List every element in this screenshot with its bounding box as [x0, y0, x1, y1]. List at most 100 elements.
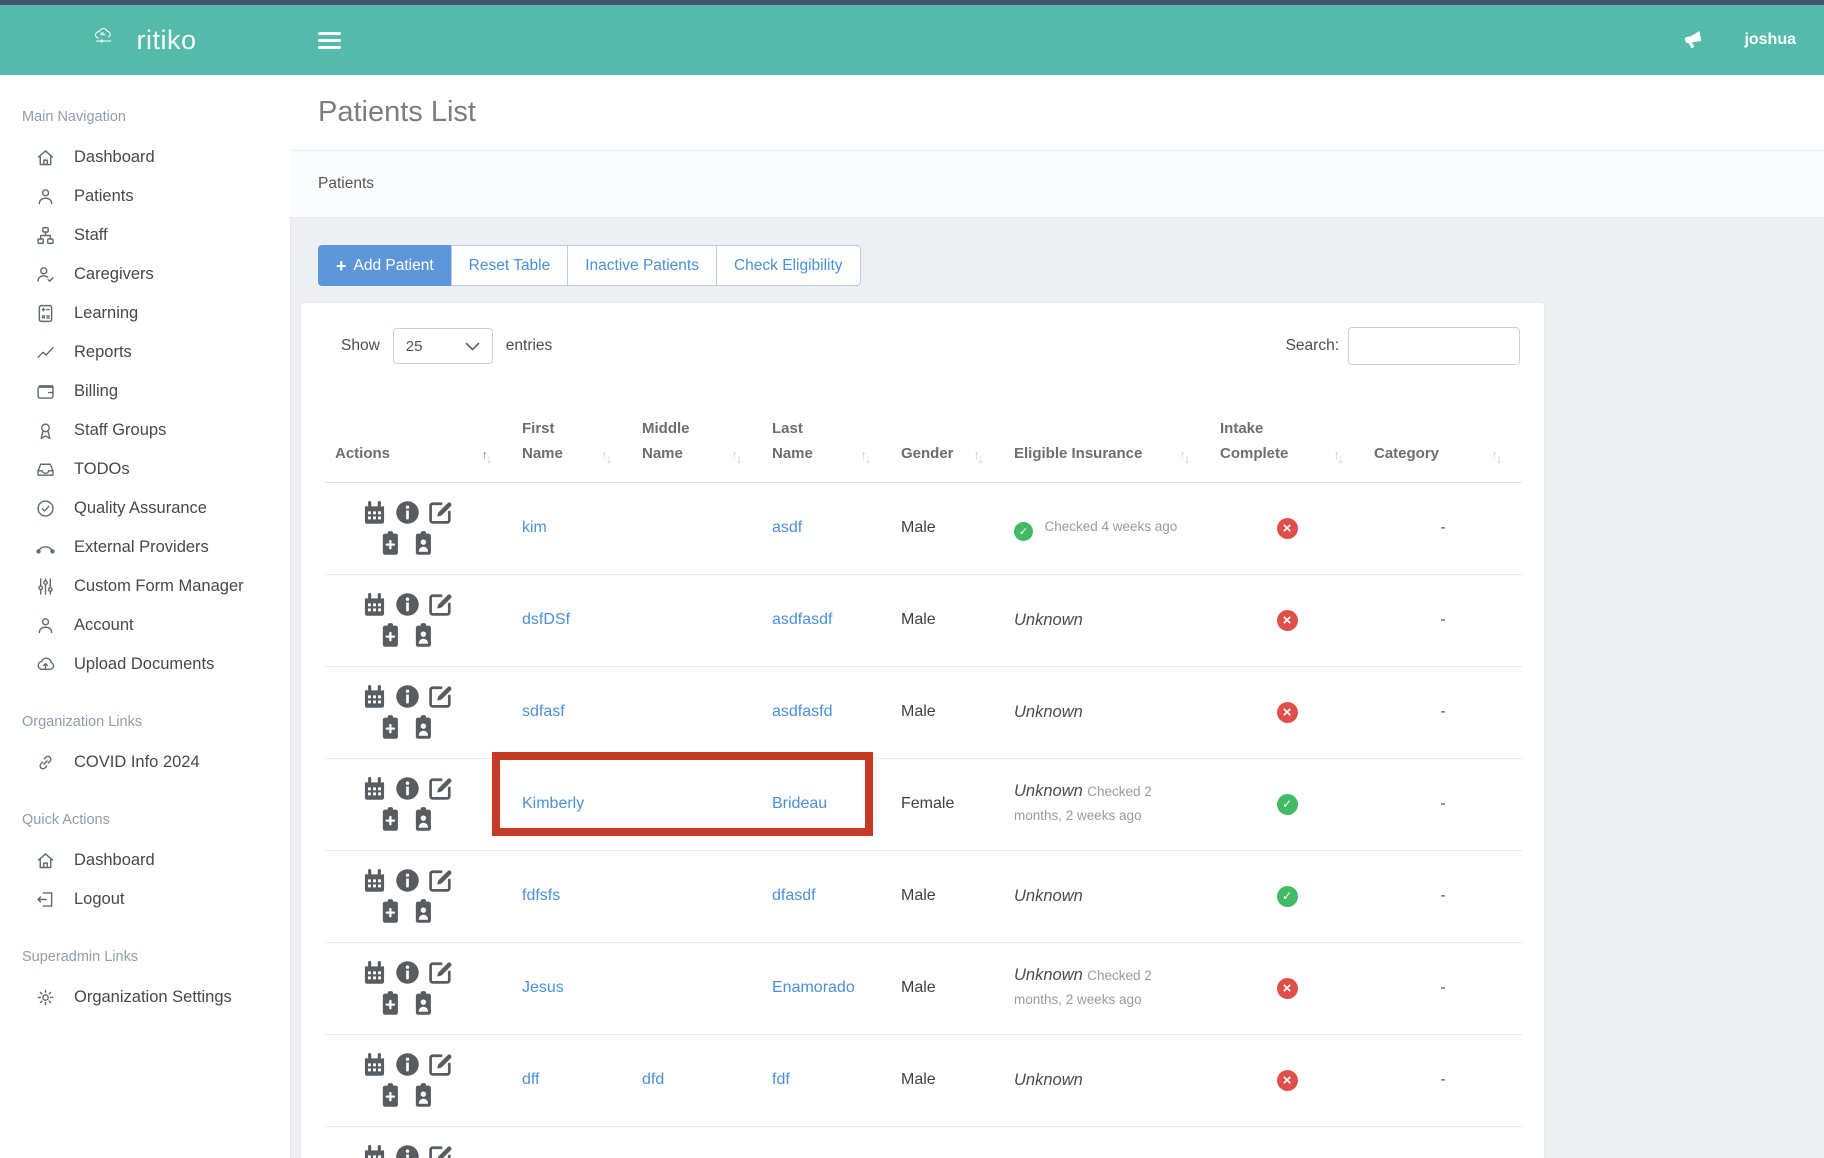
sidebar-item-dashboard[interactable]: Dashboard	[0, 138, 290, 177]
column-header-eligibleinsurance[interactable]: Eligible Insurance ↑↓	[1004, 392, 1210, 482]
edit-icon[interactable]	[427, 959, 454, 986]
sort-icon[interactable]: ↑↓	[1180, 451, 1189, 465]
first-name-link[interactable]: Kimberly	[522, 795, 584, 812]
edit-icon[interactable]	[427, 499, 454, 526]
clipboard-plus-icon[interactable]	[378, 530, 405, 557]
sort-icon[interactable]: ↑↓	[1492, 451, 1501, 465]
sidebar-item-learning[interactable]: Learning	[0, 294, 290, 333]
info-icon[interactable]	[394, 867, 421, 894]
column-header-gender[interactable]: Gender ↑↓	[891, 392, 1004, 482]
clipboard-plus-icon[interactable]	[378, 622, 405, 649]
add-patient-button[interactable]: +Add Patient	[318, 245, 452, 286]
insurance-cell: Unknown	[1004, 666, 1210, 758]
info-icon[interactable]	[394, 683, 421, 710]
sort-icon[interactable]: ↑↓	[861, 451, 870, 465]
last-name-link[interactable]: Brideau	[772, 795, 827, 812]
clipboard-user-icon[interactable]	[411, 622, 438, 649]
username[interactable]: joshua	[1744, 31, 1796, 49]
first-name-link[interactable]: dff	[522, 1071, 540, 1088]
sort-icon[interactable]: ↑↓	[732, 451, 741, 465]
clipboard-plus-icon[interactable]	[378, 898, 405, 925]
page-size-select[interactable]: 25	[393, 328, 493, 364]
clipboard-plus-icon[interactable]	[378, 990, 405, 1017]
info-icon[interactable]	[394, 1143, 421, 1158]
search-input[interactable]	[1348, 327, 1520, 365]
sidebar-item-quality-assurance[interactable]: Quality Assurance	[0, 489, 290, 528]
clipboard-user-icon[interactable]	[411, 990, 438, 1017]
calendar-icon[interactable]	[361, 775, 388, 802]
edit-icon[interactable]	[427, 591, 454, 618]
info-icon[interactable]	[394, 499, 421, 526]
first-name-link[interactable]: dsfDSf	[522, 611, 570, 628]
last-name-link[interactable]: dfasdf	[772, 887, 816, 904]
sidebar-item-upload-documents[interactable]: Upload Documents	[0, 645, 290, 684]
sidebar-item-todos[interactable]: TODOs	[0, 450, 290, 489]
info-icon[interactable]	[394, 1051, 421, 1078]
info-icon[interactable]	[394, 775, 421, 802]
inactive-patients-button[interactable]: Inactive Patients	[567, 245, 717, 286]
sort-icon[interactable]: ↑↓	[974, 451, 983, 465]
sort-icon[interactable]: ↑↓	[482, 451, 491, 465]
edit-icon[interactable]	[427, 1051, 454, 1078]
calendar-icon[interactable]	[361, 959, 388, 986]
menu-toggle-icon[interactable]	[318, 32, 341, 49]
clipboard-plus-icon[interactable]	[378, 714, 405, 741]
column-header-first-name[interactable]: FirstName ↑↓	[512, 392, 632, 482]
sidebar-item-caregivers[interactable]: Caregivers	[0, 255, 290, 294]
last-name-link[interactable]: asdf	[772, 519, 802, 536]
sidebar-item-patients[interactable]: Patients	[0, 177, 290, 216]
sidebar-item-account[interactable]: Account	[0, 606, 290, 645]
sidebar-item-logout[interactable]: Logout	[0, 880, 290, 919]
clipboard-user-icon[interactable]	[411, 806, 438, 833]
edit-icon[interactable]	[427, 683, 454, 710]
clipboard-plus-icon[interactable]	[378, 1082, 405, 1109]
calendar-icon[interactable]	[361, 1051, 388, 1078]
sidebar-item-staff[interactable]: Staff	[0, 216, 290, 255]
sidebar-item-dashboard[interactable]: Dashboard	[0, 841, 290, 880]
last-name-link[interactable]: Enamorado	[772, 979, 855, 996]
first-name-link[interactable]: Jesus	[522, 979, 564, 996]
column-header-intake-complete[interactable]: IntakeComplete ↑↓	[1210, 392, 1364, 482]
calendar-icon[interactable]	[361, 591, 388, 618]
sidebar-item-staff-groups[interactable]: Staff Groups	[0, 411, 290, 450]
column-header-category[interactable]: Category ↑↓	[1364, 392, 1522, 482]
breadcrumb-item[interactable]: Patients	[318, 175, 374, 193]
edit-icon[interactable]	[427, 775, 454, 802]
sidebar-item-external-providers[interactable]: External Providers	[0, 528, 290, 567]
check-eligibility-button[interactable]: Check Eligibility	[716, 245, 861, 286]
column-header-actions[interactable]: Actions ↑↓	[325, 392, 512, 482]
announcement-icon[interactable]	[1682, 28, 1706, 52]
clipboard-user-icon[interactable]	[411, 714, 438, 741]
sidebar-item-covid-info-2024[interactable]: COVID Info 2024	[0, 743, 290, 782]
info-icon[interactable]	[394, 591, 421, 618]
clipboard-plus-icon[interactable]	[378, 806, 405, 833]
clipboard-user-icon[interactable]	[411, 530, 438, 557]
calendar-icon[interactable]	[361, 683, 388, 710]
first-name-link[interactable]: sdfasf	[522, 703, 565, 720]
middle-name-link[interactable]: dfd	[642, 1071, 664, 1088]
sort-icon[interactable]: ↑↓	[1334, 451, 1343, 465]
sidebar-item-organization-settings[interactable]: Organization Settings	[0, 978, 290, 1017]
info-icon[interactable]	[394, 959, 421, 986]
sidebar-item-billing[interactable]: Billing	[0, 372, 290, 411]
column-header-last-name[interactable]: LastName ↑↓	[762, 392, 891, 482]
first-name-link[interactable]: fdfsfs	[522, 887, 560, 904]
sidebar-item-custom-form-manager[interactable]: Custom Form Manager	[0, 567, 290, 606]
last-name-link[interactable]: asdfasdf	[772, 611, 832, 628]
first-name-link[interactable]: kim	[522, 519, 547, 536]
edit-icon[interactable]	[427, 1143, 454, 1158]
reset-table-button[interactable]: Reset Table	[451, 245, 569, 286]
clipboard-user-icon[interactable]	[411, 1082, 438, 1109]
sort-icon[interactable]: ↑↓	[602, 451, 611, 465]
calendar-icon[interactable]	[361, 1143, 388, 1158]
calendar-icon[interactable]	[361, 867, 388, 894]
column-header-middle-name[interactable]: MiddleName ↑↓	[632, 392, 762, 482]
brand-logo[interactable]: ritiko	[0, 25, 290, 56]
last-name-link[interactable]: fdf	[772, 1071, 790, 1088]
edit-icon[interactable]	[427, 867, 454, 894]
calendar-icon[interactable]	[361, 499, 388, 526]
sidebar-item-reports[interactable]: Reports	[0, 333, 290, 372]
first-name-cell: Jesus	[512, 942, 632, 1034]
last-name-link[interactable]: asdfasfd	[772, 703, 832, 720]
clipboard-user-icon[interactable]	[411, 898, 438, 925]
